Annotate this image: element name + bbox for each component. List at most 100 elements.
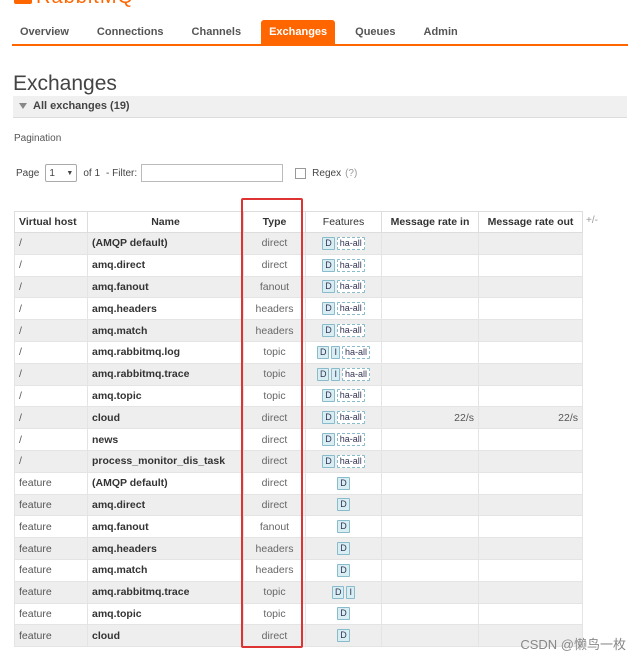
durable-badge: D xyxy=(322,324,335,338)
durable-badge: D xyxy=(337,498,350,512)
policy-link[interactable]: ha-all xyxy=(336,280,365,294)
vhost-cell: / xyxy=(14,362,88,386)
features-cell: D xyxy=(305,537,382,560)
exchange-name-link[interactable]: news xyxy=(87,428,244,451)
policy-link[interactable]: ha-all xyxy=(336,302,365,316)
message-rate-out-cell xyxy=(478,384,583,408)
exchange-name-link[interactable]: (AMQP default) xyxy=(87,232,244,255)
message-rate-out-cell xyxy=(478,428,583,451)
vhost-cell: / xyxy=(14,297,88,321)
all-exchanges-toggle[interactable]: All exchanges (19) xyxy=(13,96,627,118)
exchange-name-link[interactable]: amq.rabbitmq.trace xyxy=(87,362,244,386)
internal-badge: I xyxy=(331,367,340,381)
exchange-name-link[interactable]: amq.rabbitmq.log xyxy=(87,340,244,364)
column-header-features: Features xyxy=(305,211,382,233)
message-rate-in-cell xyxy=(381,515,479,539)
exchange-name-link[interactable]: amq.topic xyxy=(87,384,244,408)
tab-exchanges[interactable]: Exchanges xyxy=(261,20,336,44)
features-cell: D xyxy=(305,471,382,495)
type-cell: fanout xyxy=(243,515,306,539)
type-cell: topic xyxy=(243,384,306,408)
policy-link[interactable]: ha-all xyxy=(336,389,365,403)
table-row: / amq.topic topic Dha-all xyxy=(14,384,583,408)
filter-input[interactable] xyxy=(141,164,284,182)
table-row: / process_monitor_dis_task direct Dha-all xyxy=(14,449,583,473)
exchange-name-link[interactable]: cloud xyxy=(87,406,244,430)
page-select[interactable]: 1 ▼ xyxy=(45,164,78,182)
durable-badge: D xyxy=(322,389,335,403)
logo-icon xyxy=(14,0,32,4)
column-header-type[interactable]: Type xyxy=(243,211,306,233)
type-cell: fanout xyxy=(243,275,306,299)
dropdown-arrow-icon: ▼ xyxy=(66,169,74,177)
policy-link[interactable]: ha-all xyxy=(336,258,365,272)
vhost-cell: / xyxy=(14,275,88,299)
policy-link[interactable]: ha-all xyxy=(336,324,365,338)
exchange-name-link[interactable]: (AMQP default) xyxy=(87,471,244,495)
table-row: / (AMQP default) direct Dha-all xyxy=(14,232,583,255)
vhost-cell: feature xyxy=(14,515,88,539)
exchange-name-link[interactable]: cloud xyxy=(87,624,244,648)
regex-help-link[interactable]: (?) xyxy=(345,168,357,179)
message-rate-in-cell xyxy=(381,449,479,473)
policy-link[interactable]: ha-all xyxy=(336,411,365,425)
page-count-label: of 1 xyxy=(83,167,101,179)
tab-admin[interactable]: Admin xyxy=(416,20,466,44)
message-rate-in-cell xyxy=(381,624,479,648)
policy-link[interactable]: ha-all xyxy=(336,236,365,250)
vhost-cell: / xyxy=(14,340,88,364)
type-cell: topic xyxy=(243,602,306,626)
exchange-name-link[interactable]: amq.direct xyxy=(87,253,244,277)
message-rate-out-cell xyxy=(478,253,583,277)
tab-overview[interactable]: Overview xyxy=(12,20,77,44)
message-rate-out-cell xyxy=(478,471,583,495)
message-rate-out-cell xyxy=(478,449,583,473)
logo-text: RabbitMQ xyxy=(36,0,134,9)
features-cell: Dha-all xyxy=(305,384,382,408)
message-rate-in-cell xyxy=(381,602,479,626)
exchange-name-link[interactable]: amq.direct xyxy=(87,493,244,517)
policy-link[interactable]: ha-all xyxy=(336,454,365,468)
table-row: feature amq.direct direct D xyxy=(14,493,583,517)
regex-checkbox[interactable] xyxy=(295,167,307,179)
tab-connections[interactable]: Connections xyxy=(89,20,172,44)
vhost-cell: / xyxy=(14,384,88,408)
policy-link[interactable]: ha-all xyxy=(342,367,371,381)
table-row: feature amq.match headers D xyxy=(14,558,583,582)
message-rate-in-cell xyxy=(381,471,479,495)
rabbitmq-logo[interactable]: RabbitMQ xyxy=(14,0,194,9)
policy-link[interactable]: ha-all xyxy=(336,433,365,447)
exchange-name-link[interactable]: amq.headers xyxy=(87,537,244,560)
column-toggle-link[interactable]: +/- xyxy=(586,215,598,226)
page-label: Page xyxy=(16,167,40,179)
table-header-row: Virtual host Name Type Features Message … xyxy=(14,211,583,233)
message-rate-in-cell xyxy=(381,537,479,560)
vhost-cell: feature xyxy=(14,537,88,560)
column-header-virtual-host[interactable]: Virtual host xyxy=(14,211,88,233)
table-row: / amq.match headers Dha-all xyxy=(14,319,583,342)
message-rate-out-cell xyxy=(478,297,583,321)
exchange-name-link[interactable]: process_monitor_dis_task xyxy=(87,449,244,473)
exchange-name-link[interactable]: amq.match xyxy=(87,319,244,342)
exchange-name-link[interactable]: amq.fanout xyxy=(87,275,244,299)
features-cell: D xyxy=(305,558,382,582)
exchange-name-link[interactable]: amq.fanout xyxy=(87,515,244,539)
features-cell: D xyxy=(305,515,382,539)
column-header-name[interactable]: Name xyxy=(87,211,244,233)
vhost-cell: feature xyxy=(14,624,88,648)
vhost-cell: / xyxy=(14,406,88,430)
tab-channels[interactable]: Channels xyxy=(184,20,250,44)
vhost-cell: feature xyxy=(14,602,88,626)
policy-link[interactable]: ha-all xyxy=(342,345,371,359)
exchange-name-link[interactable]: amq.headers xyxy=(87,297,244,321)
exchange-name-link[interactable]: amq.rabbitmq.trace xyxy=(87,580,244,604)
exchange-name-link[interactable]: amq.topic xyxy=(87,602,244,626)
features-cell: Dha-all xyxy=(305,428,382,451)
message-rate-in-cell xyxy=(381,362,479,386)
message-rate-out-cell xyxy=(478,580,583,604)
durable-badge: D xyxy=(337,542,350,556)
tab-queues[interactable]: Queues xyxy=(347,20,403,44)
features-cell: Dha-all xyxy=(305,253,382,277)
exchange-name-link[interactable]: amq.match xyxy=(87,558,244,582)
message-rate-out-cell xyxy=(478,515,583,539)
